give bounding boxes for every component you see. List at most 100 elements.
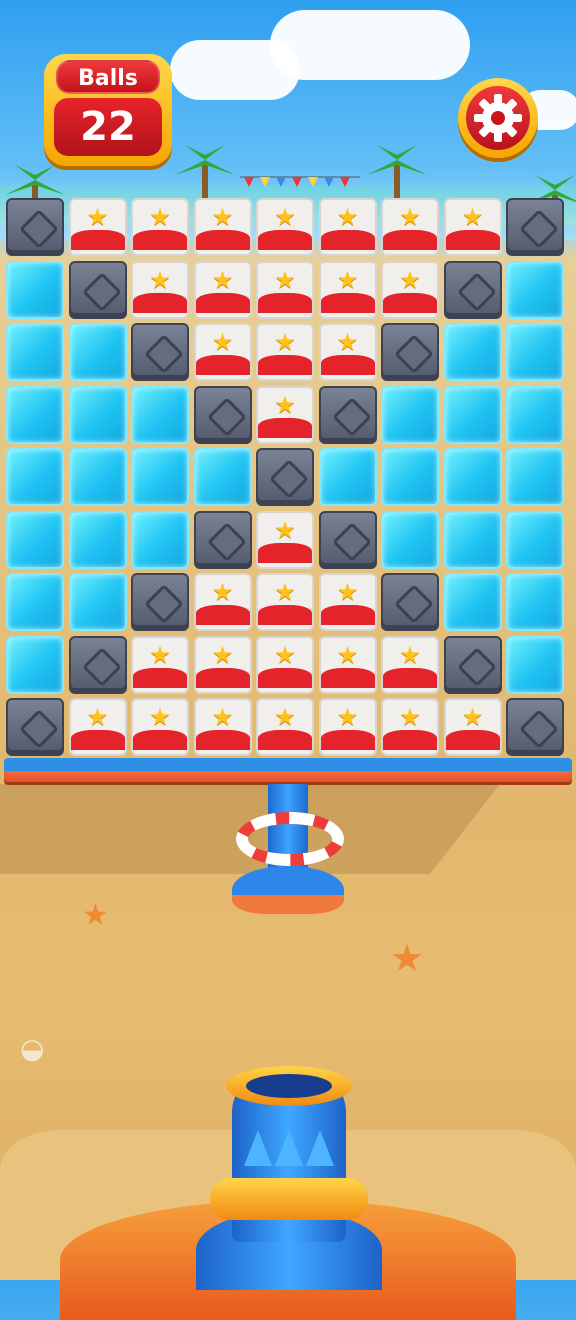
star-icon: ★ [211,203,234,231]
ice-block [443,510,502,569]
ice-block [131,448,189,506]
red-band [195,292,250,313]
star-block: ★ [193,635,252,694]
star-block: ★ [193,198,252,256]
stone-block [381,573,439,631]
red-band [383,667,437,688]
diamond-icon [81,646,122,687]
cannon-band [210,1178,368,1220]
red-band [258,730,312,750]
barrel-pattern [275,1130,303,1166]
star-block: ★ [131,260,189,319]
star-block: ★ [68,198,127,256]
red-band [195,667,250,688]
star-icon: ★ [149,640,171,669]
star-block: ★ [318,573,377,631]
star-icon: ★ [399,703,421,731]
ice-block [131,510,189,569]
red-band [133,292,187,313]
star-block: ★ [381,698,439,756]
star-block: ★ [256,323,314,381]
star-icon: ★ [399,203,421,231]
ice-block [381,385,439,444]
gear-icon [474,94,522,142]
red-band [258,355,312,375]
star-icon: ★ [336,703,359,731]
diamond-icon [456,646,497,687]
starfish-icon: ★ [82,898,109,933]
star-icon: ★ [274,578,296,606]
ice-block [318,448,377,506]
star-block: ★ [256,510,314,569]
diamond-icon [394,584,434,624]
red-band [133,730,187,750]
ice-block [6,260,64,319]
cannon-mouth [246,1074,332,1098]
red-band [383,730,437,750]
star-icon: ★ [86,703,109,731]
star-block: ★ [193,698,252,756]
ice-block [506,635,564,694]
star-icon: ★ [211,578,234,606]
star-icon: ★ [399,265,421,294]
star-block: ★ [131,698,189,756]
diamond-icon [206,521,247,562]
settings-button[interactable] [458,78,538,158]
stone-block [318,510,377,569]
star-block: ★ [131,635,189,694]
star-icon: ★ [149,703,171,731]
ice-block [506,385,564,444]
star-icon: ★ [336,640,359,669]
red-band [320,292,375,313]
ice-block [68,323,127,381]
star-block: ★ [256,635,314,694]
red-band [195,605,250,625]
red-band [258,417,312,438]
star-block: ★ [68,698,127,756]
bunting-flags [240,176,360,187]
ice-block [506,573,564,631]
star-icon: ★ [274,640,296,669]
star-icon: ★ [399,640,421,669]
red-band [320,230,375,250]
ice-block [506,448,564,506]
red-band [258,542,312,563]
stone-block [193,385,252,444]
star-icon: ★ [211,640,234,669]
star-icon: ★ [274,703,296,731]
stone-block [131,323,189,381]
star-icon: ★ [274,515,296,544]
red-band [383,230,437,250]
star-icon: ★ [149,265,171,294]
stone-block [193,510,252,569]
red-band [320,605,375,625]
star-icon: ★ [336,328,359,356]
star-block: ★ [256,260,314,319]
ice-block [131,385,189,444]
stone-block [131,573,189,631]
ice-block [506,510,564,569]
ice-block [68,573,127,631]
star-block: ★ [318,635,377,694]
block-board: ★ ★ ★ ★ ★ ★ ★ ★ ★ ★ ★ ★ ★ ★ ★ ★ ★ ★ ★ ★ ★ ★ ★ ★ ★ ★ ★ ★ ★ ★ ★ ★ [6,198,570,758]
ice-block [381,448,439,506]
board-shelf [4,758,572,782]
seashell-icon: ◒ [20,1032,45,1065]
life-ring-stripes [236,812,344,866]
star-icon: ★ [274,328,296,356]
star-block: ★ [381,635,439,694]
red-band [70,230,125,250]
stone-block [68,260,127,319]
ice-block [6,448,64,506]
red-band [258,667,312,688]
star-block: ★ [443,198,502,256]
red-band [70,730,125,750]
star-icon: ★ [336,203,359,231]
red-band [445,730,500,750]
ice-block [68,510,127,569]
star-icon: ★ [274,390,296,419]
star-icon: ★ [149,203,171,231]
stone-block [443,260,502,319]
red-band [133,667,187,688]
stone-block [256,448,314,506]
